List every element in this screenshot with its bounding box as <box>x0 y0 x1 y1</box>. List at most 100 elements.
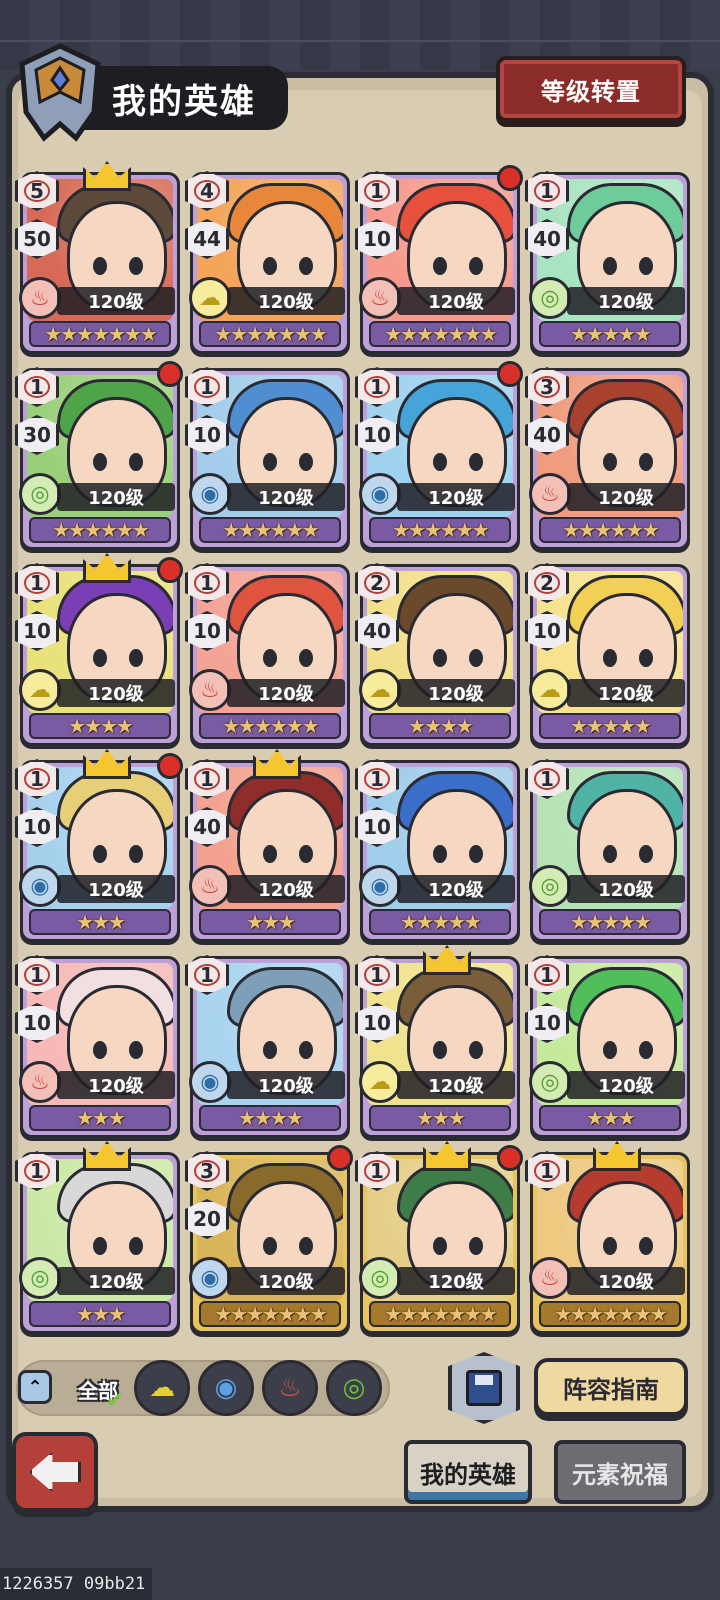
tab-element-blessing[interactable]: 元素祝福 <box>554 1440 686 1504</box>
fire-element-icon: ♨ <box>189 669 231 711</box>
notification-dot <box>497 361 523 387</box>
hero-star-rating: ★★★ <box>199 909 341 935</box>
hero-star-rating: ★★★★★ <box>369 909 511 935</box>
save-icon <box>466 1370 502 1406</box>
hero-eye <box>93 845 107 863</box>
hero-card[interactable]: 1 10 ◉ 120级 ★★★★★ <box>355 759 520 942</box>
hero-star-rating: ★★★★ <box>369 713 511 739</box>
hero-card[interactable]: 2 10 ☁ 120级 ★★★★★ <box>525 563 690 746</box>
hero-star-rating: ★★★★★ <box>539 321 681 347</box>
hero-level: 120级 <box>567 1267 685 1295</box>
hero-card[interactable]: 3 40 ♨ 120级 ★★★★★★ <box>525 367 690 550</box>
hero-card[interactable]: 1 30 ◎ 120级 ★★★★★★ <box>15 361 183 550</box>
hero-level: 120级 <box>57 679 175 707</box>
back-arrow-icon <box>29 1452 81 1492</box>
hero-card[interactable]: 1 10 ☁ 120级 ★★★★ <box>15 553 183 746</box>
hero-level: 120级 <box>227 483 345 511</box>
hero-star-rating: ★★★ <box>29 1105 171 1131</box>
hero-card[interactable]: 1 ◎ 120级 ★★★★★ <box>525 759 690 942</box>
hero-eye <box>603 453 617 471</box>
collapse-filter-button[interactable]: ⌃ <box>18 1370 52 1404</box>
hero-eye <box>603 649 617 667</box>
hero-eye <box>469 1041 483 1059</box>
hero-eye <box>433 649 447 667</box>
hero-level: 120级 <box>567 1071 685 1099</box>
tab-my-heroes[interactable]: 我的英雄 <box>404 1440 532 1504</box>
hero-card[interactable]: 1 10 ♨ 120级 ★★★ <box>15 955 180 1138</box>
hero-card[interactable]: 3 20 ◉ 120级 ★★★★★★★ <box>185 1145 353 1334</box>
notification-dot <box>327 1145 353 1171</box>
hero-level: 120级 <box>227 1071 345 1099</box>
hero-star-rating: ★★★★★★ <box>369 517 511 543</box>
hero-card[interactable]: 1 ◉ 120级 ★★★★ <box>185 955 350 1138</box>
hero-eye <box>129 453 143 471</box>
hero-eye <box>263 1237 277 1255</box>
hero-eye <box>263 1041 277 1059</box>
filter-water-button[interactable]: ◉ <box>198 1360 254 1416</box>
hero-eye <box>469 257 483 275</box>
hero-card[interactable]: 1 10 ◎ 120级 ★★★ <box>525 955 690 1138</box>
lineup-guide-button[interactable]: 阵容指南 <box>534 1358 688 1416</box>
hero-star-rating: ★★★★★★★ <box>539 1301 681 1327</box>
hero-level: 120级 <box>397 1071 515 1099</box>
hero-eye <box>129 1041 143 1059</box>
fire-element-icon: ♨ <box>359 277 401 319</box>
hero-card[interactable]: 1 ◎ 120级 ★★★★★★★ <box>355 1141 523 1334</box>
hero-card[interactable]: 1 10 ◉ 120级 ★★★★★★ <box>185 367 350 550</box>
hero-card[interactable]: 1 ◎ 120级 ★★★ <box>15 1141 180 1334</box>
save-lineup-button[interactable] <box>448 1352 520 1424</box>
tab-my-heroes-label: 我的英雄 <box>420 1460 516 1489</box>
hero-level: 120级 <box>227 679 345 707</box>
hero-star-rating: ★★★ <box>369 1105 511 1131</box>
chevron-up-icon: ⌃ <box>27 1376 43 1398</box>
notification-dot <box>157 753 183 779</box>
wind-element-icon: ◎ <box>359 1257 401 1299</box>
water-element-icon: ◉ <box>214 1373 238 1403</box>
hero-eye <box>603 257 617 275</box>
hero-card[interactable]: 5 50 ♨ 120级 ★★★★★★★ <box>15 161 180 354</box>
water-element-icon: ◉ <box>359 865 401 907</box>
fire-element-icon: ♨ <box>529 473 571 515</box>
rank-transfer-button[interactable]: 等级转置 <box>496 56 686 122</box>
water-element-icon: ◉ <box>19 865 61 907</box>
helmet-icon <box>19 43 101 142</box>
earth-element-icon: ☁ <box>359 669 401 711</box>
hero-eye <box>603 1041 617 1059</box>
hero-star-rating: ★★★ <box>29 909 171 935</box>
earth-element-icon: ☁ <box>529 669 571 711</box>
hero-eye <box>433 453 447 471</box>
hero-eye <box>603 845 617 863</box>
hero-card[interactable]: 1 40 ♨ 120级 ★★★ <box>185 749 350 942</box>
hero-card[interactable]: 1 10 ☁ 120级 ★★★ <box>355 945 520 1138</box>
hero-eye <box>129 257 143 275</box>
filter-wind-button[interactable]: ◎ <box>326 1360 382 1416</box>
hero-card[interactable]: 1 10 ◉ 120级 ★★★ <box>15 749 183 942</box>
hero-star-rating: ★★★ <box>539 1105 681 1131</box>
hero-eye <box>469 649 483 667</box>
wind-element-icon: ◎ <box>342 1373 366 1403</box>
hero-card[interactable]: 1 ♨ 120级 ★★★★★★★ <box>525 1141 690 1334</box>
back-button[interactable] <box>12 1432 98 1512</box>
hero-star-rating: ★★★★★★ <box>539 517 681 543</box>
filter-earth-button[interactable]: ☁ <box>134 1360 190 1416</box>
filter-fire-button[interactable]: ♨ <box>262 1360 318 1416</box>
hero-card[interactable]: 1 10 ♨ 120级 ★★★★★★★ <box>355 165 523 354</box>
hero-card[interactable]: 2 40 ☁ 120级 ★★★★ <box>355 563 520 746</box>
hero-eye <box>639 1041 653 1059</box>
hero-card[interactable]: 4 44 ☁ 120级 ★★★★★★★ <box>185 171 350 354</box>
hero-eye <box>469 1237 483 1255</box>
fire-element-icon: ♨ <box>19 277 61 319</box>
earth-element-icon: ☁ <box>359 1061 401 1103</box>
hero-card[interactable]: 1 10 ♨ 120级 ★★★★★★ <box>185 563 350 746</box>
hero-eye <box>93 1041 107 1059</box>
water-element-icon: ◉ <box>189 473 231 515</box>
wind-element-icon: ◎ <box>529 865 571 907</box>
hero-eye <box>93 453 107 471</box>
fire-element-icon: ♨ <box>278 1373 302 1403</box>
hero-card[interactable]: 1 10 ◉ 120级 ★★★★★★ <box>355 361 523 550</box>
hero-eye <box>469 453 483 471</box>
wind-element-icon: ◎ <box>19 473 61 515</box>
hero-eye <box>433 1041 447 1059</box>
hero-star-rating: ★★★★★★★ <box>369 1301 511 1327</box>
hero-card[interactable]: 1 40 ◎ 120级 ★★★★★ <box>525 171 690 354</box>
